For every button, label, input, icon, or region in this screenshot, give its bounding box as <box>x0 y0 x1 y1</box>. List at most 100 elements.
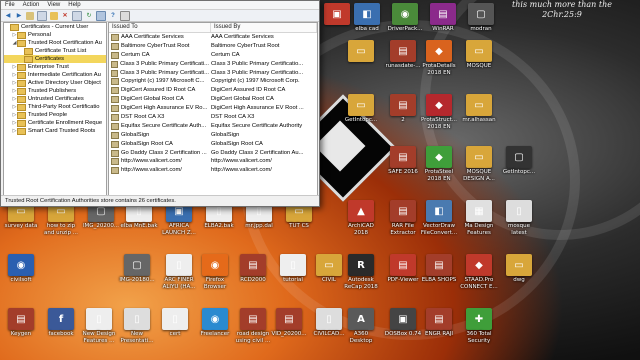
tree-item[interactable]: ▷ Active Directory User Object <box>4 79 106 87</box>
delete-icon[interactable]: ✕ <box>61 12 69 20</box>
desktop-icon[interactable]: ◧ VectorDraw FileConvert... <box>420 200 458 236</box>
menu-view[interactable]: View <box>43 1 64 9</box>
certificate-row[interactable]: Certum CA Certum CA <box>109 51 317 60</box>
certificate-row[interactable]: DigiCert Global Root CA DigiCert Global R… <box>109 95 317 104</box>
desktop-icon-label: VID_20200... <box>271 331 307 337</box>
desktop-icon[interactable]: ▢ GetIntopc... <box>500 146 538 176</box>
certificate-row[interactable]: DigiCert High Assurance EV Ro... DigiCert… <box>109 104 317 113</box>
tree-item[interactable]: Certificates - Current User <box>4 23 106 31</box>
desktop-icon[interactable]: ▢ modran <box>462 3 500 33</box>
desktop-icon-label: runasdate-... <box>385 63 421 69</box>
desktop-icon[interactable]: ▯ mosque latest <box>500 200 538 236</box>
desktop-icon[interactable]: ▤ WinRAR <box>424 3 462 33</box>
tree-item[interactable]: ▷ Personal <box>4 31 106 39</box>
forward-icon[interactable]: ▶ <box>15 12 23 20</box>
tree-item[interactable]: ▷ Smart Card Trusted Roots <box>4 127 106 135</box>
tree-item[interactable]: ▷ Intermediate Certification Au <box>4 71 106 79</box>
tree-item[interactable]: ▷ Enterprise Trust <box>4 63 106 71</box>
tree-item[interactable]: ▷ Certificate Enrollment Reque <box>4 119 106 127</box>
desktop-icon[interactable]: ◉ Freelancer <box>196 308 234 338</box>
desktop-icon[interactable]: f facebook <box>42 308 80 338</box>
tree-item[interactable]: ▷ Trusted Publishers <box>4 87 106 95</box>
desktop-icon[interactable]: ▤ PDF-Viewer <box>384 254 422 284</box>
desktop-icon[interactable]: ▲ ArchiCAD 2018 <box>342 200 380 236</box>
refresh-icon[interactable]: ↻ <box>85 12 93 20</box>
desktop-icon[interactable]: ▤ runasdate-... <box>384 40 422 70</box>
certificate-row[interactable]: Class 3 Public Primary Certificati... Cla… <box>109 60 317 69</box>
show-tree-icon[interactable] <box>37 10 47 21</box>
tree-item[interactable]: ▷ Untrusted Certificates <box>4 95 106 103</box>
desktop-icon[interactable]: ▤ road design using civil ... <box>234 308 272 344</box>
desktop-icon[interactable]: ◆ ProtaStruct... 2018 EN <box>420 94 458 130</box>
desktop-icon[interactable]: R Autodesk ReCap 2018 <box>342 254 380 290</box>
desktop-icon[interactable]: ▤ RAR File Extractor <box>384 200 422 236</box>
desktop-icon[interactable]: ▭ dwg <box>500 254 538 284</box>
desktop-icon[interactable]: ▯ New Design Features ... <box>80 308 118 344</box>
desktop-icon[interactable]: ◆ STAAD.Pro CONNECT E... <box>460 254 498 290</box>
desktop-icon[interactable]: ▤ ENGR RAJI <box>420 308 458 338</box>
view-icon[interactable] <box>120 10 130 21</box>
desktop-icon[interactable]: ▤ SAFE 2016 <box>384 146 422 176</box>
app-icon: ▤ <box>276 308 302 330</box>
export-icon[interactable] <box>96 10 106 21</box>
desktop-icon[interactable]: ◉ DriverPack... <box>386 3 424 33</box>
desktop-icon[interactable]: ▤ Keygen <box>2 308 40 338</box>
tree-item[interactable]: ▷ Trusted People <box>4 111 106 119</box>
desktop-icon[interactable]: ▭ GetIntopc... <box>342 94 380 124</box>
up-folder-icon[interactable] <box>26 11 34 20</box>
certificate-row[interactable]: http://www.valicert.com/http://www.valic… <box>109 166 317 175</box>
desktop-icon[interactable]: ▯ New Presentati... <box>118 308 156 344</box>
folder-icon <box>24 47 33 55</box>
certificate-row[interactable]: http://www.valicert.com/http://www.valic… <box>109 157 317 166</box>
properties-icon[interactable] <box>72 10 82 21</box>
certificate-row[interactable]: Equifax Secure Certificate Auth... Equifa… <box>109 122 317 131</box>
desktop-icon[interactable]: ▯ ARC FINER ALIYU (HA... <box>160 254 198 290</box>
desktop-icon[interactable]: ▭ MOSQUE DESIGN A... <box>460 146 498 182</box>
desktop-icon[interactable]: ◆ ProtaDetails 2018 EN <box>420 40 458 76</box>
certificate-row[interactable]: GlobalSign Root CA GlobalSign Root CA <box>109 140 317 149</box>
certificate-row[interactable]: Baltimore CyberTrust Root Baltimore Cyber… <box>109 42 317 51</box>
certificate-row[interactable]: AAA Certificate Services AAA Certificate … <box>109 33 317 42</box>
desktop-icon[interactable]: ◆ ProtaSteel 2018 EN <box>420 146 458 182</box>
desktop-icon[interactable]: ▤ RCD2000 <box>234 254 272 284</box>
column-issued-to[interactable]: Issued To <box>109 23 211 32</box>
desktop-icon[interactable]: ◉ Firefox Browser <box>196 254 234 290</box>
certificates-window[interactable]: File Action View Help ◀ ▶ ✕ ↻ ? Certific… <box>0 0 320 207</box>
menu-file[interactable]: File <box>1 1 19 9</box>
certificate-row[interactable]: DigiCert Assured ID Root CA DigiCert Assu… <box>109 86 317 95</box>
desktop-icon[interactable]: ▢ IMG-20180... <box>118 254 156 284</box>
desktop-icon[interactable]: ▦ Ma Design Features <box>460 200 498 236</box>
column-issued-by[interactable]: Issued By <box>211 23 317 32</box>
certificate-list[interactable]: Issued To Issued By AAA Certificate Serv… <box>108 22 318 197</box>
back-icon[interactable]: ◀ <box>4 12 12 20</box>
certificate-row[interactable]: Class 3 Public Primary Certificati... Cla… <box>109 69 317 78</box>
cell-issued-by: Class 3 Public Primary Certificatio... <box>211 69 304 76</box>
certificate-row[interactable]: Copyright (c) 1997 Microsoft C... Copyrig… <box>109 77 317 86</box>
desktop-icon[interactable]: ▣ DOSBox 0.74 <box>384 308 422 338</box>
folder-icon[interactable] <box>50 11 58 20</box>
desktop-icon[interactable]: ▭ MOSQUE <box>460 40 498 70</box>
tree-item[interactable]: ◢ Trusted Root Certification Au <box>4 39 106 47</box>
desktop-icon[interactable]: ▭ mr.alhassan <box>460 94 498 124</box>
certificate-icon <box>111 149 119 157</box>
certificate-row[interactable]: DST Root CA X3 DST Root CA X3 <box>109 113 317 122</box>
desktop-icon[interactable]: ▯ cert <box>156 308 194 338</box>
desktop-icon[interactable]: ▤ 2 <box>384 94 422 124</box>
desktop-icon[interactable]: ▤ ELBA SHOPS <box>420 254 458 284</box>
menu-action[interactable]: Action <box>19 1 44 9</box>
tree-item[interactable]: Certificate Trust List <box>4 47 106 55</box>
desktop-icon[interactable]: ▭ <box>342 40 380 63</box>
desktop-icon[interactable]: ▯ tutorial <box>274 254 312 284</box>
help-icon[interactable]: ? <box>109 12 117 20</box>
desktop-icon[interactable]: ✚ 360 Total Security <box>460 308 498 344</box>
tree-item[interactable]: Certificates <box>4 55 106 63</box>
desktop-icon[interactable]: ◧ elba cad <box>348 3 386 33</box>
desktop-icon[interactable]: ◉ civilsoft <box>2 254 40 284</box>
tree-item[interactable]: ▷ Third-Party Root Certificatio <box>4 103 106 111</box>
desktop-icon[interactable]: ▤ VID_20200... <box>270 308 308 338</box>
certificate-row[interactable]: GlobalSign GlobalSign <box>109 131 317 140</box>
desktop-icon[interactable]: A A360 Desktop <box>342 308 380 344</box>
certificate-row[interactable]: Go Daddy Class 2 Certification ... Go Dad… <box>109 149 317 158</box>
menu-help[interactable]: Help <box>64 1 84 9</box>
store-tree[interactable]: Certificates - Current User ▷ Personal ◢ Tru… <box>3 22 107 197</box>
